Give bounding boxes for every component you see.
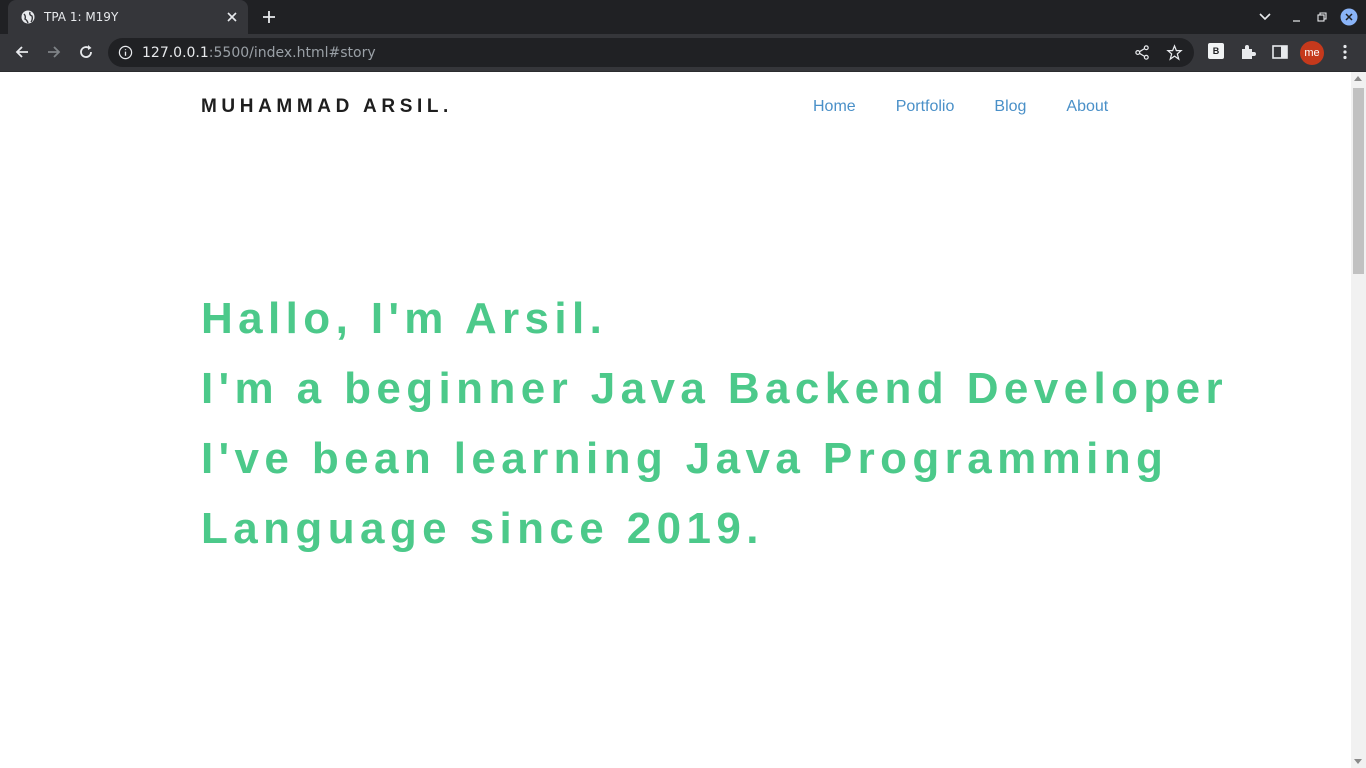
hero-intro: Hallo, I'm Arsil. I'm a beginner Java Ba… (201, 284, 1228, 564)
extension-b-icon[interactable]: B (1208, 43, 1224, 59)
forward-icon[interactable] (44, 42, 64, 62)
nav-link-blog[interactable]: Blog (994, 98, 1026, 116)
close-tab-icon[interactable] (224, 9, 240, 25)
nav-link-home[interactable]: Home (813, 98, 856, 116)
profile-avatar[interactable]: me (1300, 41, 1324, 65)
nav-link-portfolio[interactable]: Portfolio (896, 98, 955, 116)
minimize-icon[interactable] (1288, 8, 1306, 26)
back-icon[interactable] (12, 42, 32, 62)
address-bar[interactable]: 127.0.0.1:5500/index.html#story (108, 38, 1194, 67)
hero-line-learning: I've bean learning Java Programming (201, 434, 1169, 483)
tab-search-icon[interactable] (1256, 8, 1274, 26)
web-page: MUHAMMAD ARSIL. Home Portfolio Blog Abou… (0, 72, 1351, 768)
side-panel-icon[interactable] (1270, 42, 1290, 62)
url-host: 127.0.0.1 (142, 45, 209, 61)
page-scrollbar[interactable] (1351, 72, 1366, 768)
info-icon[interactable] (118, 45, 133, 60)
nav-link-about[interactable]: About (1066, 98, 1108, 116)
close-window-icon[interactable] (1340, 8, 1358, 26)
tab-strip: TPA 1: M19Y (0, 0, 1366, 34)
browser-toolbar: 127.0.0.1:5500/index.html#story (0, 34, 1366, 72)
reload-icon[interactable] (76, 42, 96, 62)
share-icon[interactable] (1134, 44, 1151, 61)
scroll-up-arrow-icon[interactable] (1354, 76, 1362, 81)
bookmark-star-icon[interactable] (1166, 44, 1183, 61)
extensions-puzzle-icon[interactable] (1238, 42, 1258, 62)
hero-line-greeting: Hallo, I'm Arsil. (201, 294, 608, 343)
scroll-thumb[interactable] (1353, 88, 1364, 274)
new-tab-icon[interactable] (260, 8, 278, 26)
hero-line-role: I'm a beginner Java Backend Developer (201, 364, 1229, 413)
tab-title: TPA 1: M19Y (44, 10, 119, 24)
globe-icon (21, 10, 35, 24)
scroll-down-arrow-icon[interactable] (1354, 759, 1362, 764)
hero-line-since: Language since 2019. (201, 504, 764, 553)
menu-kebab-icon[interactable] (1335, 42, 1355, 62)
restore-icon[interactable] (1313, 8, 1331, 26)
browser-tab[interactable]: TPA 1: M19Y (8, 0, 248, 34)
url-path: :5500/index.html#story (208, 45, 376, 61)
site-brand[interactable]: MUHAMMAD ARSIL. (201, 96, 453, 118)
url-text[interactable]: 127.0.0.1:5500/index.html#story (142, 45, 376, 61)
main-nav: Home Portfolio Blog About (813, 98, 1148, 116)
